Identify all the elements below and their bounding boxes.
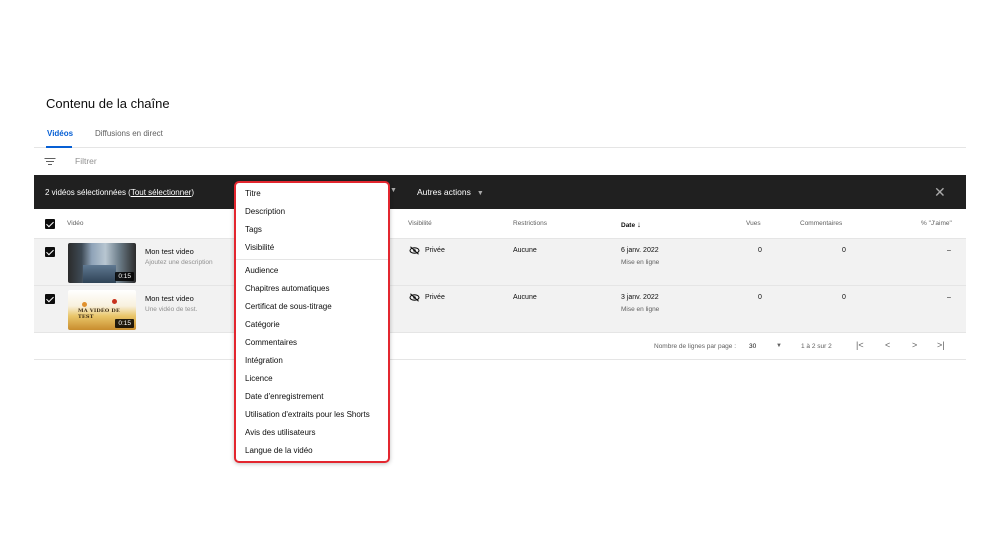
menu-item-video-language[interactable]: Langue de la vidéo: [245, 446, 313, 455]
tab-active-indicator: [46, 146, 72, 148]
page-title: Contenu de la chaîne: [46, 96, 170, 111]
video-description[interactable]: Une vidéo de test.: [145, 306, 197, 313]
row-checkbox[interactable]: [45, 247, 55, 257]
video-title[interactable]: Mon test video: [145, 247, 194, 256]
date-value: 6 janv. 2022: [621, 247, 659, 254]
video-duration: 0:15: [115, 272, 134, 281]
menu-item-audience[interactable]: Audience: [245, 266, 278, 275]
date-value: 3 janv. 2022: [621, 294, 659, 301]
visibility-value[interactable]: Privée: [425, 247, 445, 254]
header-likes[interactable]: % "J'aime": [921, 220, 952, 227]
video-duration: 0:15: [115, 319, 134, 328]
tab-videos[interactable]: Vidéos: [47, 129, 73, 138]
arrow-down-icon: ↓: [636, 220, 641, 229]
row-checkbox[interactable]: [45, 294, 55, 304]
header-restrictions[interactable]: Restrictions: [513, 220, 547, 227]
date-status: Mise en ligne: [621, 259, 660, 266]
menu-item-tags[interactable]: Tags: [245, 225, 262, 234]
menu-item-description[interactable]: Description: [245, 207, 285, 216]
filter-icon[interactable]: [44, 157, 55, 166]
menu-item-title[interactable]: Titre: [236, 185, 386, 201]
thumbnail-image: [82, 265, 116, 283]
edit-dropdown-menu: Titre Description Tags Visibilité Audien…: [234, 181, 390, 463]
more-actions-button[interactable]: Autres actions ▼: [417, 187, 484, 197]
header-date[interactable]: Date ↓: [621, 220, 641, 229]
video-description[interactable]: Ajoutez une description: [145, 259, 213, 266]
pagination-bar: Nombre de lignes par page : 30 ▼ 1 à 2 s…: [34, 334, 966, 360]
table-header: Vidéo Visibilité Restrictions Date ↓ Vue…: [34, 209, 966, 239]
views-value: 0: [758, 247, 762, 254]
filter-input[interactable]: Filtrer: [75, 156, 97, 166]
select-all-link[interactable]: Tout sélectionner: [131, 188, 191, 197]
header-date-label: Date: [621, 222, 636, 229]
header-views[interactable]: Vues: [746, 220, 761, 227]
thumbnail-flower: [82, 302, 87, 307]
chevron-down-icon[interactable]: ▼: [776, 343, 782, 349]
tab-bar: Vidéos Diffusions en direct: [34, 122, 966, 148]
visibility-value[interactable]: Privée: [425, 294, 445, 301]
menu-item-shorts-remixing[interactable]: Utilisation d'extraits pour les Shorts: [245, 410, 370, 419]
comments-value: 0: [842, 247, 846, 254]
rows-per-page-label: Nombre de lignes par page :: [654, 343, 737, 350]
menu-item-recording-date[interactable]: Date d'enregistrement: [245, 392, 323, 401]
eye-off-icon: [409, 293, 420, 302]
header-visibility[interactable]: Visibilité: [408, 220, 432, 227]
previous-page-icon[interactable]: <: [885, 340, 890, 350]
select-all-checkbox[interactable]: [45, 219, 55, 229]
menu-item-comments[interactable]: Commentaires: [245, 338, 297, 347]
selection-action-bar: 2 vidéos sélectionnées (Tout sélectionne…: [34, 175, 966, 209]
menu-item-category[interactable]: Catégorie: [245, 320, 280, 329]
header-comments[interactable]: Commentaires: [800, 220, 842, 227]
date-status: Mise en ligne: [621, 306, 660, 313]
next-page-icon[interactable]: >: [912, 340, 917, 350]
thumbnail-flower: [112, 299, 117, 304]
table-row[interactable]: 0:15 Mon test video Ajoutez une descript…: [34, 239, 966, 286]
likes-value: –: [947, 247, 951, 254]
pagination-range: 1 à 2 sur 2: [801, 343, 832, 350]
video-thumbnail[interactable]: 0:15: [68, 243, 136, 283]
menu-item-license[interactable]: Licence: [245, 374, 273, 383]
rows-per-page-select[interactable]: 30: [749, 343, 756, 350]
chevron-down-icon: ▼: [476, 190, 484, 197]
table-row[interactable]: MA VIDÉO DE TEST 0:15 Mon test video Une…: [34, 286, 966, 333]
header-video: Vidéo: [67, 220, 84, 227]
views-value: 0: [758, 294, 762, 301]
menu-divider: [236, 259, 388, 260]
filter-bar: Filtrer: [34, 149, 966, 175]
comments-value: 0: [842, 294, 846, 301]
likes-value: –: [947, 294, 951, 301]
menu-item-user-ratings[interactable]: Avis des utilisateurs: [245, 428, 316, 437]
edit-dropdown-arrow-icon[interactable]: ▼: [390, 187, 397, 194]
restrictions-value: Aucune: [513, 294, 537, 301]
menu-item-auto-chapters[interactable]: Chapitres automatiques: [245, 284, 330, 293]
video-thumbnail[interactable]: MA VIDÉO DE TEST 0:15: [68, 290, 136, 330]
more-actions-label: Autres actions: [417, 187, 471, 197]
menu-item-embedding[interactable]: Intégration: [245, 356, 283, 365]
tab-live[interactable]: Diffusions en direct: [95, 129, 163, 138]
menu-item-visibility[interactable]: Visibilité: [245, 243, 274, 252]
close-icon[interactable]: ✕: [934, 184, 946, 201]
selection-count: 2 vidéos sélectionnées (Tout sélectionne…: [45, 188, 194, 197]
restrictions-value: Aucune: [513, 247, 537, 254]
eye-off-icon: [409, 246, 420, 255]
first-page-icon[interactable]: |<: [856, 340, 864, 350]
selection-suffix: ): [191, 188, 194, 197]
last-page-icon[interactable]: >|: [937, 340, 945, 350]
video-title[interactable]: Mon test video: [145, 294, 194, 303]
selection-prefix: 2 vidéos sélectionnées (: [45, 188, 131, 197]
menu-item-caption-certificate[interactable]: Certificat de sous-titrage: [245, 302, 332, 311]
